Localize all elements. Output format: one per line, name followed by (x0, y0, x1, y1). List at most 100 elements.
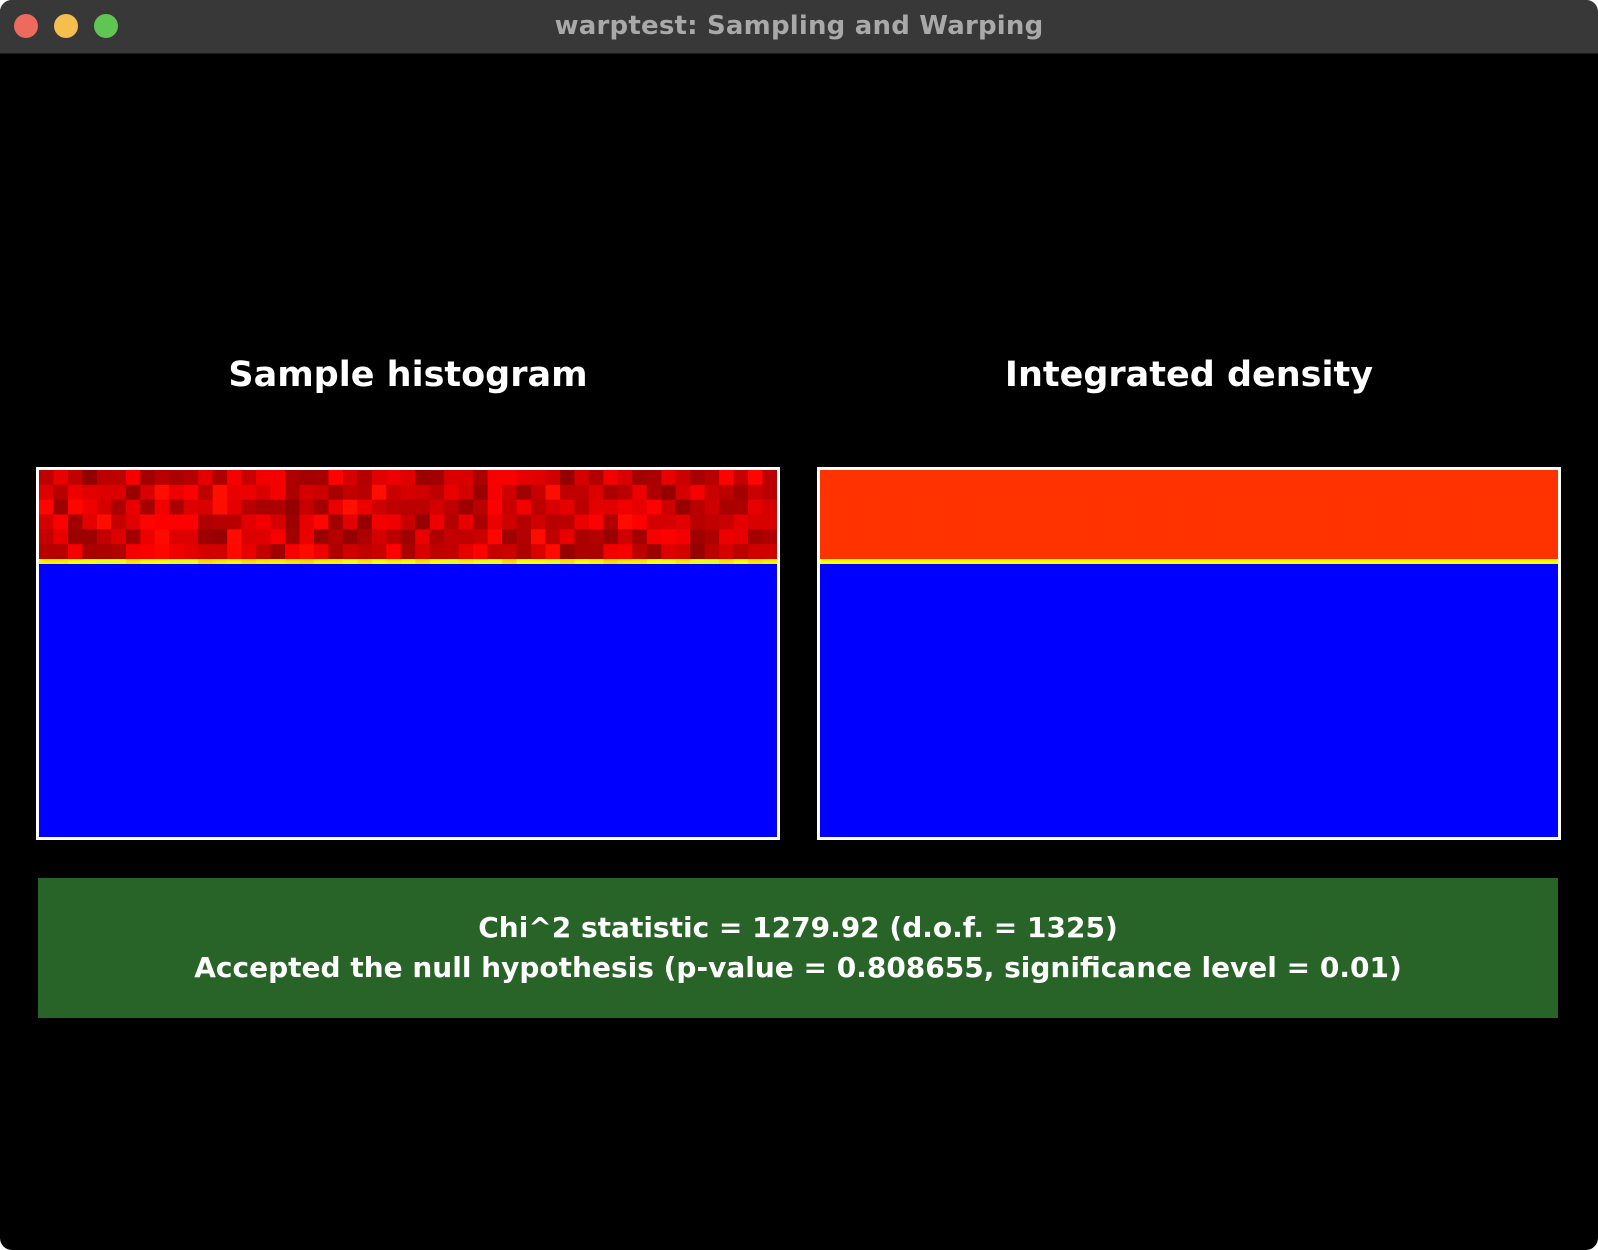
heatmap-cell (82, 499, 98, 516)
heatmap-cell (1369, 514, 1385, 530)
heatmap-cell (1109, 544, 1125, 560)
heatmap-cell (241, 514, 257, 530)
heatmap-cell (1514, 484, 1530, 501)
heatmap-cell (270, 544, 286, 560)
heatmap-cell (1369, 529, 1385, 545)
heatmap-cell (444, 470, 460, 486)
heatmap-cell (733, 484, 749, 501)
heatmap-cell (1312, 544, 1328, 560)
heatmap-cell (559, 470, 576, 486)
heatmap-cell (111, 484, 127, 501)
heatmap-cell (1485, 529, 1501, 545)
heatmap-cell (1297, 514, 1313, 530)
heatmap-cell (444, 544, 460, 560)
heatmap-boundary-cell (921, 559, 937, 564)
heatmap-cell (371, 484, 387, 501)
heatmap-cell (1543, 514, 1558, 530)
heatmap-cell (169, 470, 185, 486)
heatmap-cell (993, 470, 1009, 486)
heatmap-cell (487, 484, 503, 501)
heatmap-cell (950, 544, 966, 560)
heatmap-cell (1037, 529, 1053, 545)
heatmap-boundary-cell (1008, 559, 1024, 564)
heatmap-cell (357, 529, 373, 545)
heatmap-cell (834, 484, 850, 501)
heatmap-cell (227, 544, 243, 560)
heatmap-cell (704, 470, 720, 486)
heatmap-cell (588, 544, 604, 560)
heatmap-cell (1471, 499, 1487, 516)
heatmap-cell (1008, 544, 1024, 560)
heatmap-cell (212, 529, 228, 545)
heatmap-cell (502, 484, 518, 501)
heatmap-cell (1384, 470, 1400, 486)
heatmap-cell (935, 484, 951, 501)
heatmap-cell (400, 484, 416, 501)
heatmap-cell (675, 470, 691, 486)
heatmap-cell (1210, 544, 1226, 560)
heatmap-cell (1051, 499, 1067, 516)
heatmap-cell (1066, 484, 1082, 501)
heatmap-cell (169, 514, 185, 530)
heatmap-cell (1254, 470, 1270, 486)
heatmap-cell (559, 484, 576, 501)
heatmap-cell (964, 470, 980, 486)
title-bar[interactable]: warptest: Sampling and Warping (0, 0, 1598, 54)
heatmap-boundary-cell (328, 559, 344, 564)
heatmap-cell (53, 529, 69, 545)
heatmap-cell (1543, 499, 1558, 516)
heatmap-cell (935, 514, 951, 530)
heatmap-cell (342, 544, 358, 560)
heatmap-cell (748, 484, 764, 501)
heatmap-cell (227, 529, 243, 545)
heatmap-cell (1022, 484, 1038, 501)
heatmap-cell (1094, 499, 1111, 516)
heatmap-cell (1022, 544, 1038, 560)
heatmap-cell (733, 544, 749, 560)
heatmap-cell (574, 544, 590, 560)
heatmap-boundary-cell (270, 559, 286, 564)
heatmap-cell (473, 499, 489, 516)
heatmap-boundary-cell (313, 559, 330, 564)
heatmap-cell (1268, 499, 1284, 516)
heatmap-cell (458, 470, 474, 486)
heatmap-cell (1340, 514, 1357, 530)
heatmap-cell (1514, 529, 1530, 545)
heatmap-cell (1239, 544, 1255, 560)
heatmap-cell (1340, 529, 1357, 545)
heatmap-cell (39, 529, 55, 545)
heatmap-cell (285, 514, 301, 530)
heatmap-boundary-cell (1514, 559, 1530, 564)
heatmap-cell (1398, 484, 1414, 501)
heatmap-cell (1210, 529, 1226, 545)
heatmap-cell (545, 470, 561, 486)
heatmap-cell (1456, 470, 1472, 486)
heatmap-boundary-cell (617, 559, 633, 564)
heatmap-boundary-cell (198, 559, 214, 564)
heatmap-cell (429, 470, 445, 486)
heatmap-cell (285, 544, 301, 560)
heatmap-cell (877, 514, 893, 530)
heatmap-boundary-cell (1283, 559, 1299, 564)
heatmap-cell (39, 470, 55, 486)
heatmap-cell (820, 470, 836, 486)
heatmap-boundary-cell (1543, 559, 1558, 564)
heatmap-cell (892, 499, 908, 516)
heatmap-cell (646, 529, 662, 545)
heatmap-cell (820, 514, 836, 530)
heatmap-cell (762, 499, 777, 516)
heatmap-cell (140, 470, 156, 486)
heatmap-cell (950, 484, 966, 501)
heatmap-cell (473, 484, 489, 501)
heatmap-cell (1340, 499, 1357, 516)
heatmap-cell (690, 514, 706, 530)
heatmap-cell (574, 499, 590, 516)
heatmap-cell (1152, 470, 1168, 486)
heatmap-cell (183, 514, 199, 530)
heatmap-cell (935, 470, 951, 486)
heatmap-cell (1066, 529, 1082, 545)
heatmap-boundary-cell (386, 559, 402, 564)
null-hypothesis-result-text: Accepted the null hypothesis (p-value = … (194, 951, 1402, 984)
heatmap-cell (964, 514, 980, 530)
heatmap-cell (386, 529, 402, 545)
